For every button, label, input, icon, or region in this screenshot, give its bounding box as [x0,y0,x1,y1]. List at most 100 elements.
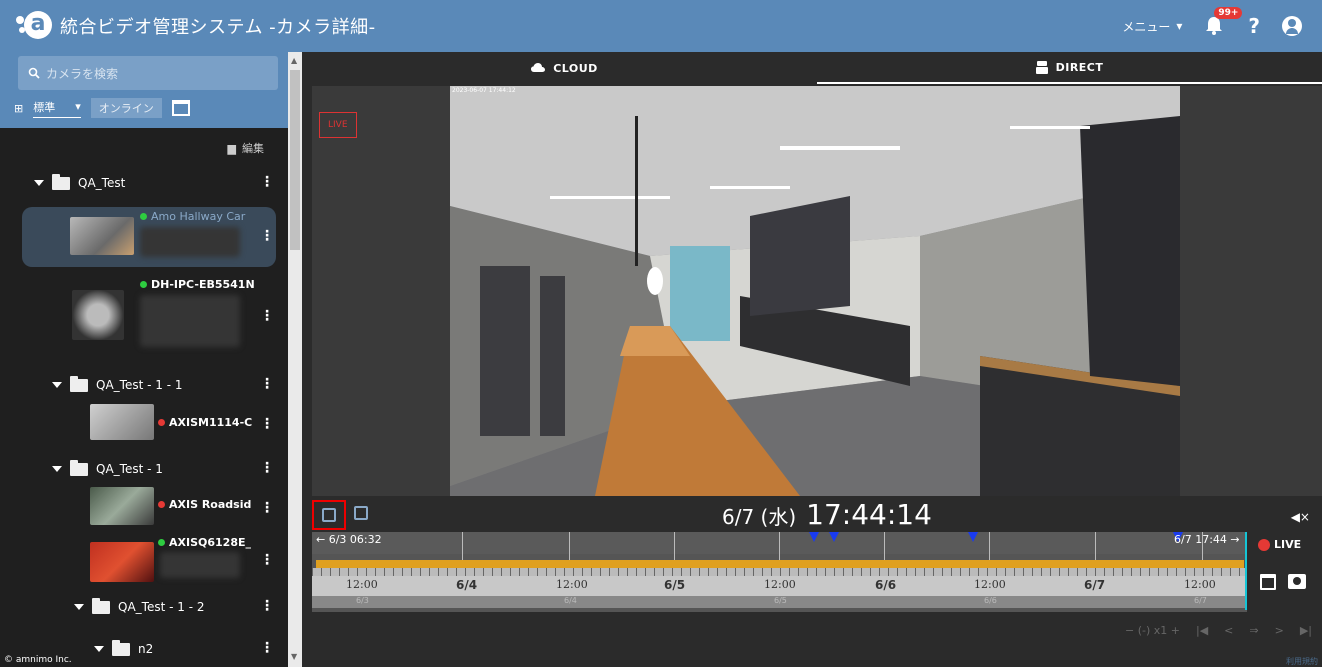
timeline-end-label[interactable]: 6/7 17:44 → [1174,533,1240,546]
playback-icon[interactable] [354,506,368,520]
timeline-label: 12:00 [346,578,378,591]
timeline-label: 6/4 [456,578,478,592]
search-input[interactable]: カメラを検索 [18,56,278,90]
event-marker[interactable] [809,532,819,542]
timeline-cursor[interactable] [1245,532,1247,610]
camera-name-text: Amo Hallway Car [151,210,246,223]
edit-button[interactable]: ▆ 編集 [228,140,264,156]
tab-direct[interactable]: DIRECT [817,52,1322,84]
folder-label: QA_Test - 1 [96,462,163,476]
folder-icon [92,597,110,614]
video-timestamp: 2023-06-07 17:44:12 [452,87,516,94]
clip-button[interactable] [312,500,346,530]
search-placeholder: カメラを検索 [46,66,119,81]
folder-label: QA_Test - 1 - 1 [96,378,183,392]
camera-name: DH-IPC-EB5541N [140,278,255,291]
step-back-icon[interactable]: < [1224,624,1233,637]
caret-down-icon [74,604,84,610]
scrollbar-thumb[interactable] [290,70,300,250]
view-select-value: 標準 [33,100,56,114]
timeline-start-label[interactable]: ← 6/3 06:32 [316,533,382,546]
user-account-icon[interactable] [1282,16,1302,36]
tab-label: CLOUD [553,61,598,75]
more-options-icon[interactable]: ⋮ [260,552,274,568]
timeline-label: 12:00 [1184,578,1216,591]
more-options-icon[interactable]: ⋮ [260,174,274,190]
tree-folder[interactable]: QA_Test - 1 [52,459,163,476]
search-icon [28,67,40,79]
logo-icon: a [16,8,52,44]
timeline-label: 6/6 [875,578,897,592]
recording-bar [316,560,1244,568]
folder-icon [70,459,88,476]
more-options-icon[interactable]: ⋮ [260,460,274,476]
playback-control-bar: 6/7 (水) 17:44:14 ◀× [312,496,1322,532]
snapshot-camera-icon[interactable] [1288,574,1306,589]
app-header: a 統合ビデオ管理システム -カメラ詳細- メニュー ▾ 99+ ? [0,0,1322,52]
step-forward-icon[interactable]: > [1275,624,1284,637]
sidebar-scrollbar[interactable]: ▲ ▼ [288,52,302,667]
mute-icon[interactable]: ◀× [1291,510,1310,524]
timeline-ticks [312,568,1247,576]
folder-label: QA_Test - 1 - 2 [118,600,205,614]
camera-sidebar: カメラを検索 ⊞ 標準 ▾ オンライン ▆ 編集 QA_Test ⋮ Amo H… [0,52,288,667]
status-dot-offline [158,501,165,508]
camera-name-text: AXISM1114-C [169,416,253,429]
status-dot-online [158,539,165,546]
timeline-sublabel: 6/4 [564,596,577,605]
copyright: © amnimo Inc. [4,655,72,665]
notification-button[interactable]: 99+ [1204,7,1243,37]
more-options-icon[interactable]: ⋮ [260,500,274,516]
menu-label: メニュー [1122,19,1171,34]
page-title: 統合ビデオ管理システム -カメラ詳細- [60,17,376,38]
tree-folder[interactable]: n2 [94,639,154,656]
live-button[interactable]: LIVE [1258,538,1301,551]
skip-end-icon[interactable]: ▶| [1300,624,1312,637]
video-feed[interactable]: 2023-06-07 17:44:12 [450,86,1180,496]
timeline[interactable]: ← 6/3 06:32 6/7 17:44 → 12:00 6/4 12:00 … [312,532,1247,612]
zoom-control[interactable]: − (-) x1 + [1125,624,1180,637]
live-label: LIVE [1274,538,1302,551]
more-options-icon[interactable]: ⋮ [260,640,274,656]
blurred-info [140,295,240,347]
more-options-icon[interactable]: ⋮ [260,228,274,244]
more-options-icon[interactable]: ⋮ [260,598,274,614]
help-button[interactable]: ? [1248,14,1260,38]
event-marker[interactable] [829,532,839,542]
tree-folder[interactable]: QA_Test - 1 - 2 [74,597,205,614]
cloud-icon [531,63,546,72]
tree-folder[interactable]: QA_Test - 1 - 1 [52,375,183,392]
more-options-icon[interactable]: ⋮ [260,308,274,324]
camera-thumbnail [90,404,154,440]
menu-button[interactable]: メニュー ▾ [1122,18,1182,35]
timeline-label: 12:00 [974,578,1006,591]
online-filter-button[interactable]: オンライン [90,98,162,118]
calendar-icon[interactable] [1260,574,1276,590]
event-marker[interactable] [968,532,978,542]
more-options-icon[interactable]: ⋮ [260,416,274,432]
calendar-icon[interactable] [171,100,190,116]
folder-label: n2 [138,642,154,656]
playback-navigation: − (-) x1 + |◀ < ⇒ > ▶| [1125,624,1312,637]
tab-cloud[interactable]: CLOUD [312,52,817,84]
timeline-label: 6/7 [1084,578,1106,592]
play-icon[interactable]: ⇒ [1249,624,1258,637]
skip-start-icon[interactable]: |◀ [1196,624,1208,637]
more-options-icon[interactable]: ⋮ [260,376,274,392]
camera-thumbnail [90,542,154,582]
folder-icon [112,639,130,656]
status-dot-offline [158,419,165,426]
timeline-label: 12:00 [764,578,796,591]
tree-folder[interactable]: QA_Test [34,173,125,190]
caret-down-icon [52,382,62,388]
current-date: 6/7 (水) [722,505,797,529]
status-dot-online [140,213,147,220]
footer-link[interactable]: 利用規約 [1286,656,1318,667]
timeline-sublabel: 6/6 [984,596,997,605]
video-area: LIVE 2023-06-07 17:44:12 [312,86,1322,496]
blurred-info [160,552,240,578]
main-panel: CLOUD DIRECT LIVE 2023-06-07 17:44:12 6/… [312,52,1322,667]
view-select[interactable]: 標準 ▾ [33,99,81,118]
current-time: 17:44:14 [806,498,932,531]
current-datetime: 6/7 (水) 17:44:14 [722,498,932,531]
